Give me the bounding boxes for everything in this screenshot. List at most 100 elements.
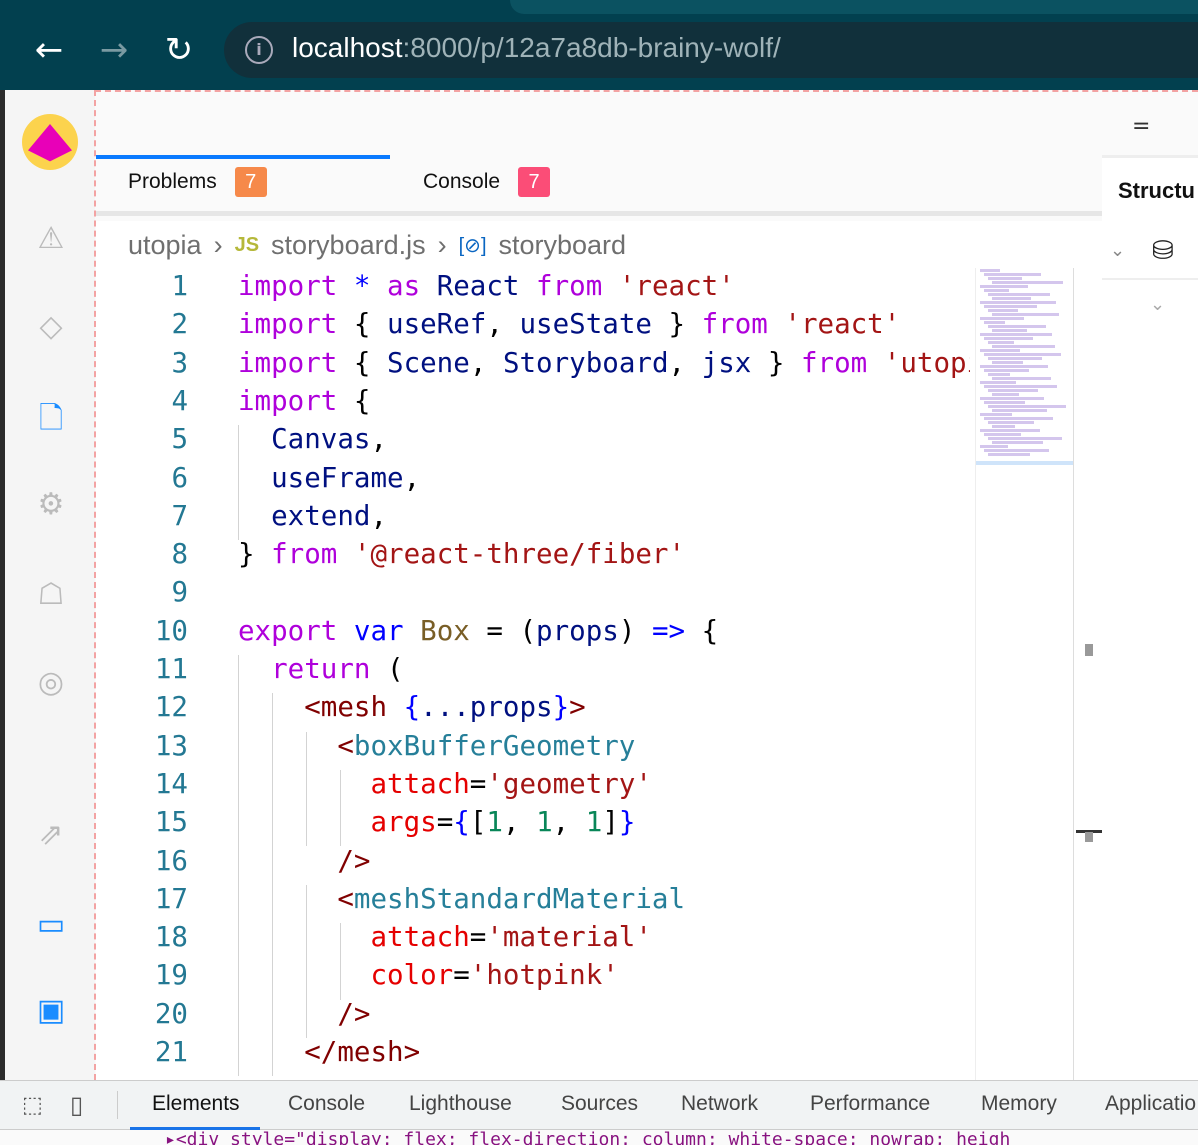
breadcrumb-file[interactable]: storyboard.js: [271, 230, 426, 261]
devtools-tab-performance[interactable]: Performance: [810, 1092, 930, 1116]
code-line[interactable]: import { useRef, useState } from 'react': [238, 308, 900, 340]
code-token: import: [238, 346, 338, 379]
inspect-element-icon[interactable]: ⬚: [22, 1093, 43, 1118]
terminal-icon[interactable]: ▭: [30, 904, 72, 946]
indent-guide: [238, 425, 239, 541]
minimap-line: [988, 325, 1046, 328]
chevron-down-icon[interactable]: ⌄: [1150, 294, 1165, 315]
external-link-icon[interactable]: ⇗: [30, 814, 72, 856]
code-line[interactable]: } from '@react-three/fiber': [238, 538, 685, 570]
dom-tree-line[interactable]: ▸<div style="display: flex; flex-directi…: [165, 1130, 1198, 1145]
line-number: 18: [154, 921, 188, 954]
code-token: useState: [519, 308, 652, 341]
code-line[interactable]: import * as React from 'react': [238, 270, 735, 302]
devtools-tab-sources[interactable]: Sources: [561, 1092, 638, 1116]
code-line[interactable]: <mesh {...props}>: [238, 691, 586, 723]
chevron-down-icon[interactable]: ⌄: [1110, 240, 1125, 261]
code-area[interactable]: 1 import * as React from 'react' 2 import {…: [96, 270, 970, 1080]
devtools-tab-memory[interactable]: Memory: [981, 1092, 1057, 1116]
file-icon[interactable]: 🗋: [30, 398, 72, 440]
selection-outline: [95, 90, 1198, 92]
code-token: <: [238, 729, 354, 762]
code-line[interactable]: <boxBufferGeometry: [238, 730, 635, 762]
code-line[interactable]: />: [238, 845, 370, 877]
code-line[interactable]: export var Box = (props) => {: [238, 615, 718, 647]
url-host: localhost: [292, 32, 403, 63]
minimap-line: [988, 453, 1030, 456]
code-token: '@react-three/fiber': [337, 538, 686, 571]
logo-avatar[interactable]: [22, 114, 78, 170]
minimap-line: [980, 445, 1008, 448]
gear-icon[interactable]: ⚙: [30, 484, 72, 526]
line-number: 4: [171, 384, 188, 417]
code-token: ,: [668, 346, 702, 379]
minimap-line: [984, 337, 1033, 340]
line-number: 12: [154, 691, 188, 724]
code-token: {: [403, 691, 421, 724]
code-token: ,: [552, 806, 586, 839]
line-number: 8: [171, 538, 188, 571]
devtools-tab-applicatio[interactable]: Applicatio: [1105, 1092, 1196, 1116]
code-line[interactable]: extend,: [238, 500, 387, 532]
editor-scrollbar[interactable]: [1073, 268, 1102, 1080]
code-token: Storyboard: [502, 346, 669, 379]
code-line[interactable]: useFrame,: [238, 462, 420, 494]
devtools-tab-elements[interactable]: Elements: [152, 1092, 240, 1116]
forward-icon[interactable]: →: [92, 28, 136, 72]
minimap[interactable]: [975, 268, 1073, 1080]
code-token: var: [337, 614, 421, 647]
devtools-tab-lighthouse[interactable]: Lighthouse: [409, 1092, 512, 1116]
browser-tab-strip: [510, 0, 1198, 14]
code-token: 'react': [767, 308, 901, 341]
code-line[interactable]: Canvas,: [238, 423, 387, 455]
code-token: Scene: [387, 346, 470, 379]
code-token: ,: [486, 308, 520, 341]
layout-icon[interactable]: ▣: [30, 990, 72, 1032]
minimap-line: [988, 277, 1022, 280]
minimap-line: [988, 309, 1018, 312]
tab-problems[interactable]: Problems 7: [128, 152, 267, 212]
code-line[interactable]: </mesh>: [238, 1036, 420, 1068]
cube-icon[interactable]: ◇: [30, 306, 72, 348]
code-line[interactable]: attach='material': [238, 921, 652, 953]
code-token: props: [536, 614, 619, 647]
minimap-line: [984, 401, 1025, 404]
warning-icon[interactable]: ⚠: [30, 218, 72, 260]
code-line[interactable]: return (: [238, 653, 403, 685]
minimap-line: [984, 369, 1029, 372]
minimap-line: [988, 293, 1050, 296]
tab-console[interactable]: Console 7: [423, 152, 551, 212]
minimap-line: [988, 421, 1034, 424]
browser-toolbar: ← → ↻ i localhost:8000/p/12a7a8db-brainy…: [0, 0, 1198, 90]
code-token: boxBufferGeometry: [353, 729, 636, 762]
menu-icon[interactable]: =: [1132, 114, 1150, 139]
code-token: from: [701, 308, 768, 341]
breadcrumb-root[interactable]: utopia: [128, 230, 202, 261]
code-line[interactable]: import { Scene, Storyboard, jsx } from '…: [238, 347, 970, 379]
minimap-line: [992, 297, 1031, 300]
minimap-line: [980, 349, 1020, 352]
ghost-icon[interactable]: ☖: [30, 574, 72, 616]
minimap-line: [984, 449, 1049, 452]
device-toolbar-icon[interactable]: ▯: [70, 1091, 83, 1119]
github-icon[interactable]: ◎: [30, 662, 72, 704]
minimap-line: [980, 285, 1028, 288]
code-line[interactable]: />: [238, 998, 370, 1030]
code-line[interactable]: import {: [238, 385, 370, 417]
reload-icon[interactable]: ↻: [157, 28, 201, 72]
code-line[interactable]: args={[1, 1, 1]}: [238, 806, 635, 838]
devtools-tab-console[interactable]: Console: [288, 1092, 365, 1116]
code-token: =: [469, 767, 487, 800]
back-icon[interactable]: ←: [27, 28, 71, 72]
code-line[interactable]: color='hotpink': [238, 959, 618, 991]
code-token: </mesh>: [238, 1036, 421, 1068]
minimap-line: [992, 281, 1063, 284]
info-icon[interactable]: i: [245, 36, 273, 64]
indent-guide: [272, 693, 273, 1077]
code-line[interactable]: attach='geometry': [238, 768, 652, 800]
code-token: ,: [370, 499, 388, 532]
code-token: />: [238, 997, 371, 1030]
devtools-tab-network[interactable]: Network: [681, 1092, 758, 1116]
breadcrumb-symbol[interactable]: storyboard: [499, 230, 627, 261]
url-text[interactable]: localhost:8000/p/12a7a8db-brainy-wolf/: [292, 32, 781, 64]
